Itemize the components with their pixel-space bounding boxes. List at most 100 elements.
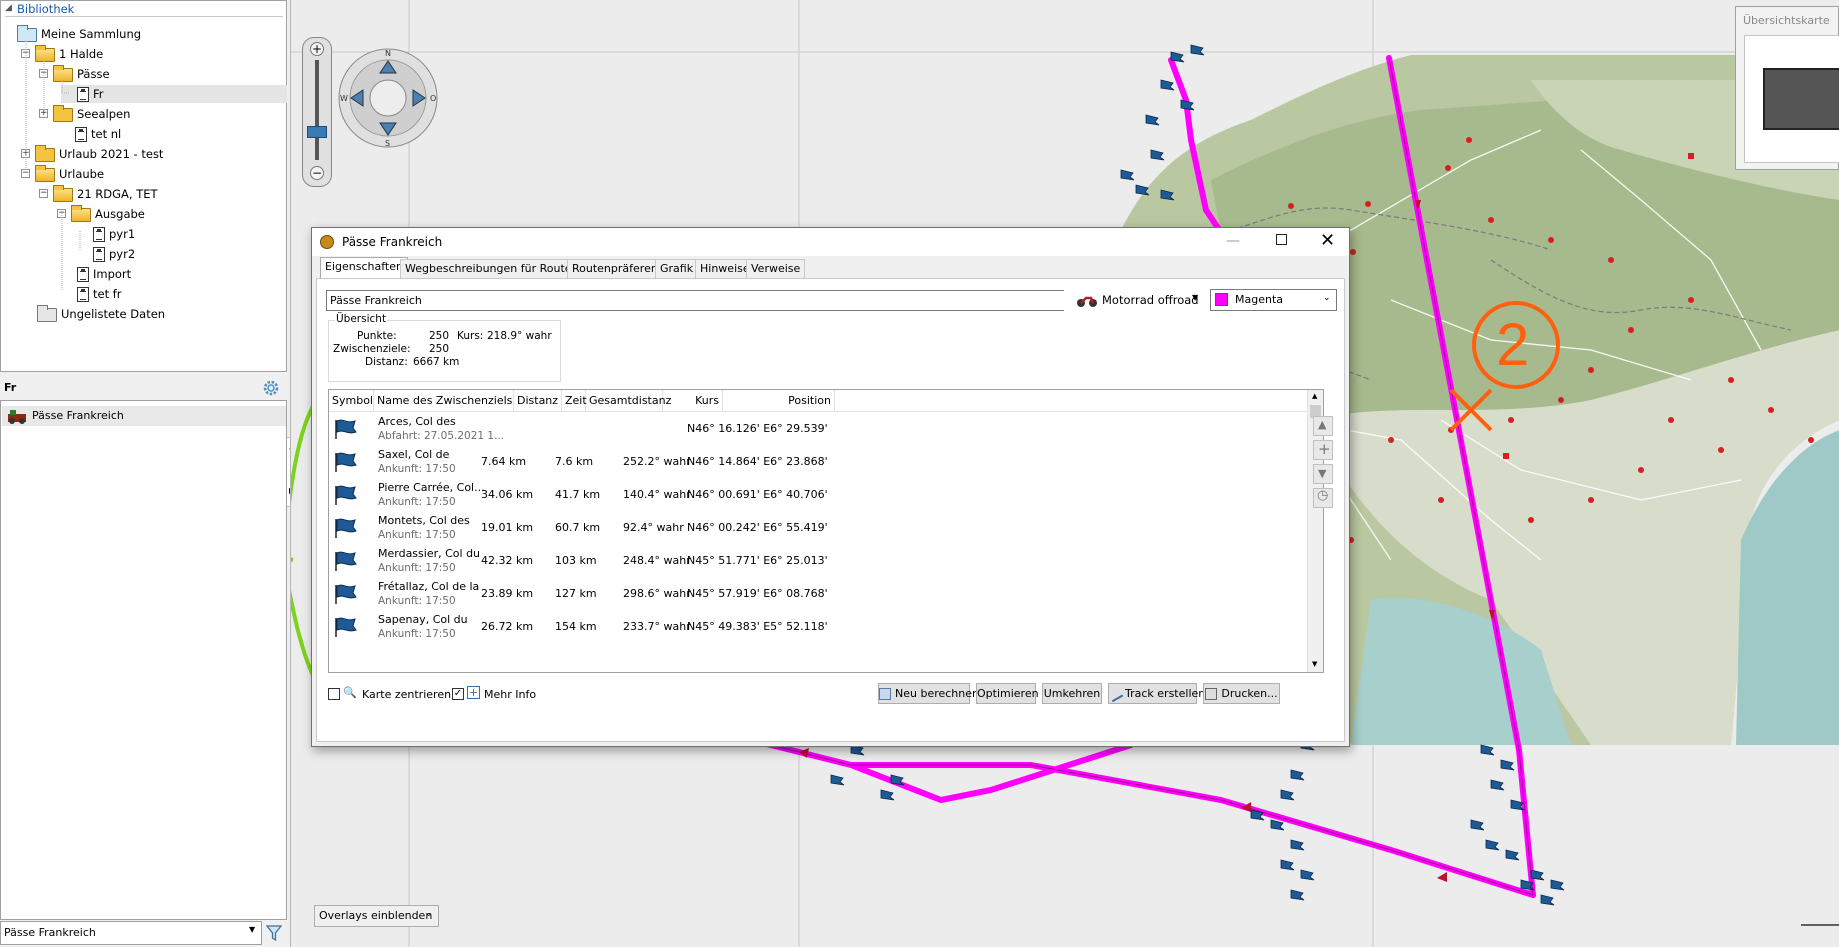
tree-item-tet-fr[interactable]: tet fr xyxy=(77,285,122,303)
tab-eigenschaften[interactable]: Eigenschaften xyxy=(320,257,408,279)
column-header-course[interactable]: Kurs xyxy=(663,390,723,412)
folder-icon xyxy=(53,64,73,82)
tree-item-1-halde[interactable]: −1 Halde xyxy=(21,44,103,63)
expand-toggle-icon[interactable]: − xyxy=(39,69,48,78)
tree-item-ungelistete-daten[interactable]: Ungelistete Daten xyxy=(37,304,165,323)
tree-item-import[interactable]: Import xyxy=(77,265,131,283)
table-header: Symbol Name des Zwischenziels Distanz Ze… xyxy=(329,390,1323,412)
flag-icon xyxy=(335,518,357,538)
reverse-button[interactable]: Umkehren xyxy=(1042,683,1102,704)
pan-compass[interactable]: N S W O xyxy=(337,47,439,149)
print-button[interactable]: Drucken... xyxy=(1203,683,1280,704)
scroll-up-icon[interactable]: ▲ xyxy=(1312,392,1317,400)
collapse-icon[interactable]: ◢ xyxy=(5,3,12,13)
waypoint-course: 298.6° wahr xyxy=(623,587,691,600)
flag-icon xyxy=(335,551,357,571)
zoom-slider[interactable]: + − xyxy=(302,37,332,187)
close-icon[interactable]: ✕ xyxy=(1320,230,1335,251)
tree-item-fr[interactable]: Fr xyxy=(61,85,287,103)
column-header-distance[interactable]: Distanz xyxy=(514,390,562,412)
column-header-symbol[interactable]: Symbol xyxy=(329,390,374,412)
optimize-button[interactable]: Optimieren xyxy=(976,683,1039,704)
waypoint-total-distance: 127 km xyxy=(555,587,597,600)
dialog-titlebar[interactable]: Pässe Frankreich — ✕ xyxy=(312,228,1349,256)
expand-toggle-icon[interactable]: − xyxy=(39,189,48,198)
route-name-input[interactable]: Pässe Frankreich xyxy=(326,290,1073,311)
collection-folder-icon xyxy=(17,24,37,42)
tab-wegbeschreibungen[interactable]: Wegbeschreibungen für Routen xyxy=(400,259,584,278)
tab-grafik[interactable]: Grafik xyxy=(655,259,699,278)
folder-icon xyxy=(35,164,55,182)
tree-item-seealpen[interactable]: + Seealpen xyxy=(39,104,130,123)
chevron-down-icon: ⌄ xyxy=(425,909,433,919)
gear-icon[interactable] xyxy=(262,379,280,397)
collection-select[interactable]: Pässe Frankreich ▼ xyxy=(0,921,262,945)
center-map-checkbox[interactable] xyxy=(328,688,340,700)
tree-item-pyr1[interactable]: pyr1 xyxy=(93,225,135,243)
zoom-track[interactable] xyxy=(315,60,319,160)
expand-toggle-icon[interactable]: − xyxy=(21,169,30,178)
overlays-select[interactable]: Overlays einblenden ⌄ xyxy=(314,905,439,927)
column-header-time[interactable]: Zeit xyxy=(562,390,587,412)
overview-map-canvas[interactable] xyxy=(1744,35,1839,163)
tab-routenpraeferenz[interactable]: Routenpräferenz xyxy=(567,259,669,278)
table-row[interactable]: Arces, Col des Abfahrt: 27.05.2021 1... N4… xyxy=(329,412,1304,445)
vehicle-select[interactable]: Motorrad offroad ▼ xyxy=(1064,290,1204,311)
table-row[interactable]: Merdassier, Col du Ankunft: 17:50 42.32 km… xyxy=(329,544,1304,577)
table-row[interactable]: Saxel, Col de Ankunft: 17:50 7.64 km 7.6 km… xyxy=(329,445,1304,478)
tree-item-paesse[interactable]: − Pässe xyxy=(39,64,110,83)
expand-toggle-icon[interactable]: − xyxy=(21,49,30,58)
minimize-icon[interactable]: — xyxy=(1226,233,1240,249)
waypoint-total-distance: 103 km xyxy=(555,554,597,567)
waypoint-name: Frétallaz, Col de la xyxy=(378,580,480,593)
expand-toggle-icon[interactable]: + xyxy=(21,149,30,158)
scroll-down-icon[interactable]: ▼ xyxy=(1312,660,1317,668)
tree-item-ausgabe[interactable]: − Ausgabe xyxy=(57,204,145,223)
zoom-out-icon[interactable]: − xyxy=(310,166,324,180)
tree-item-21-rdga-tet[interactable]: −21 RDGA, TET xyxy=(39,184,158,203)
table-row[interactable]: Montets, Col des Ankunft: 17:50 19.01 km 60… xyxy=(329,511,1304,544)
recalculate-button[interactable]: Neu berechnen xyxy=(878,683,979,704)
tree-item-tet-nl[interactable]: tet nl xyxy=(57,125,121,143)
tree-item-meine-sammlung[interactable]: Meine Sammlung xyxy=(17,24,141,43)
tree-item-pyr2[interactable]: pyr2 xyxy=(93,245,135,263)
tab-verweise[interactable]: Verweise xyxy=(746,259,806,278)
column-header-total-distance[interactable]: Gesamtdistanz xyxy=(586,390,671,412)
zoom-in-icon[interactable]: + xyxy=(310,42,324,56)
folder-icon xyxy=(71,204,91,222)
overview-group-title: Übersicht xyxy=(335,313,388,325)
waypoint-course: 233.7° wahr xyxy=(623,620,691,633)
expand-toggle-icon[interactable]: + xyxy=(39,109,48,118)
tree-item-urlaub-2021-test[interactable]: + Urlaub 2021 - test xyxy=(21,144,163,163)
add-waypoint-button[interactable]: + xyxy=(1313,440,1333,460)
waypoint-table: Symbol Name des Zwischenziels Distanz Ze… xyxy=(328,389,1324,673)
library-panel: ◢ Bibliothek Meine Sammlung −1 Halde − Pä… xyxy=(0,0,287,372)
chevron-down-icon: ▼ xyxy=(1192,293,1199,302)
column-header-name[interactable]: Name des Zwischenziels xyxy=(374,390,514,412)
waypoint-position: N45° 51.771' E6° 25.013' xyxy=(687,554,828,567)
table-row[interactable]: Frétallaz, Col de la Ankunft: 17:50 23.89 … xyxy=(329,577,1304,610)
tree-item-urlaube[interactable]: − Urlaube xyxy=(21,164,104,183)
expand-toggle-icon[interactable]: − xyxy=(57,209,66,218)
library-header: ◢ Bibliothek xyxy=(5,2,283,17)
move-up-button[interactable]: ▲ xyxy=(1313,416,1333,436)
more-info-checkbox[interactable]: ✓ xyxy=(452,688,464,700)
maximize-icon[interactable] xyxy=(1276,234,1287,245)
filter-icon[interactable] xyxy=(266,924,282,942)
overview-map-panel[interactable]: Übersichtskarte xyxy=(1735,6,1839,170)
create-track-button[interactable]: Track erstellen xyxy=(1106,683,1205,704)
waypoint-name: Merdassier, Col du xyxy=(378,547,481,560)
color-select[interactable]: Magenta ⌄ xyxy=(1210,289,1337,311)
waypoint-position: N46° 14.864' E6° 23.868' xyxy=(687,455,828,468)
list-item[interactable]: Pässe Frankreich xyxy=(2,406,286,426)
column-header-position[interactable]: Position xyxy=(723,390,835,412)
info-plus-icon: + xyxy=(467,686,480,699)
overview-viewport[interactable] xyxy=(1763,68,1839,130)
zoom-thumb[interactable] xyxy=(307,126,327,138)
table-row[interactable]: Pierre Carrée, Col... Ankunft: 17:50 34.06… xyxy=(329,478,1304,511)
table-row[interactable]: Sapenay, Col du Ankunft: 17:50 26.72 km 154… xyxy=(329,610,1304,643)
route-properties-dialog: Pässe Frankreich — ✕ Eigenschaften Wegbe… xyxy=(311,227,1350,747)
move-down-button[interactable]: ▼ xyxy=(1313,464,1333,484)
list-document-icon xyxy=(75,127,87,142)
time-button[interactable]: ◷ xyxy=(1313,488,1333,508)
